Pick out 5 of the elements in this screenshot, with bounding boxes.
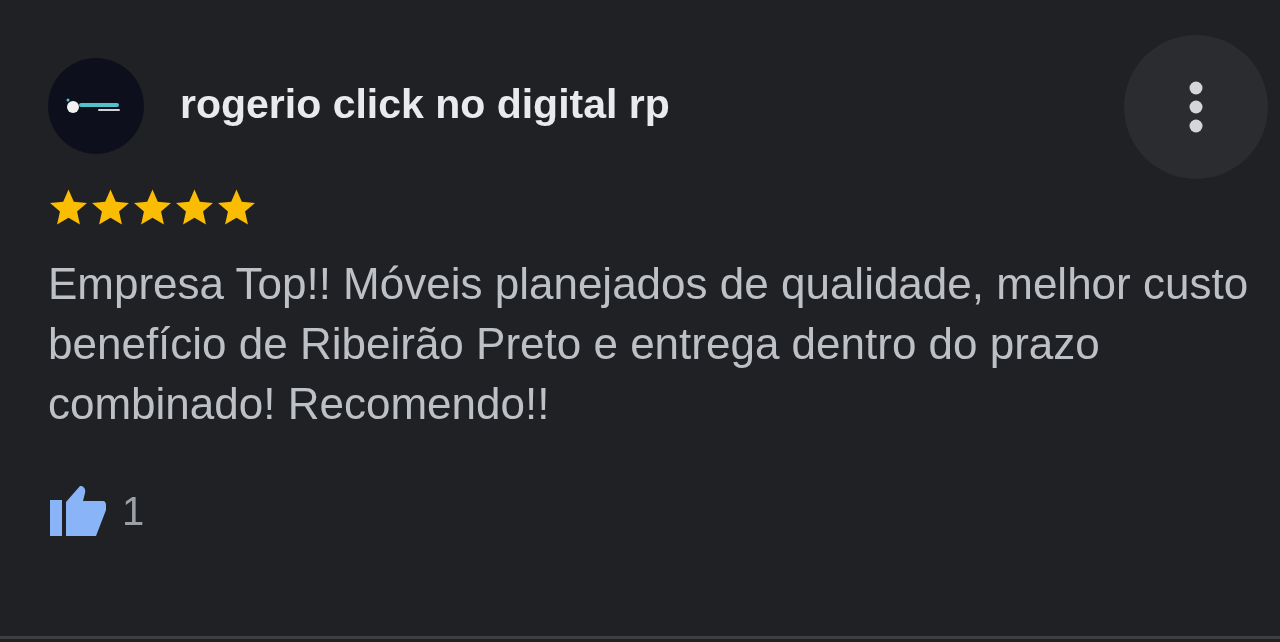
reviewer-name: rogerio click no digital rp <box>180 81 671 128</box>
like-count: 1 <box>122 488 145 534</box>
review-text: Empresa Top!! Móveis planejados de qualidade, melhor custo benefício de Ribeirão Preto e entrega dentro do prazo combinado! Recomendo!! <box>48 258 1250 430</box>
thumbs-up-icon[interactable] <box>50 486 106 536</box>
more-options-icon <box>1189 81 1203 133</box>
